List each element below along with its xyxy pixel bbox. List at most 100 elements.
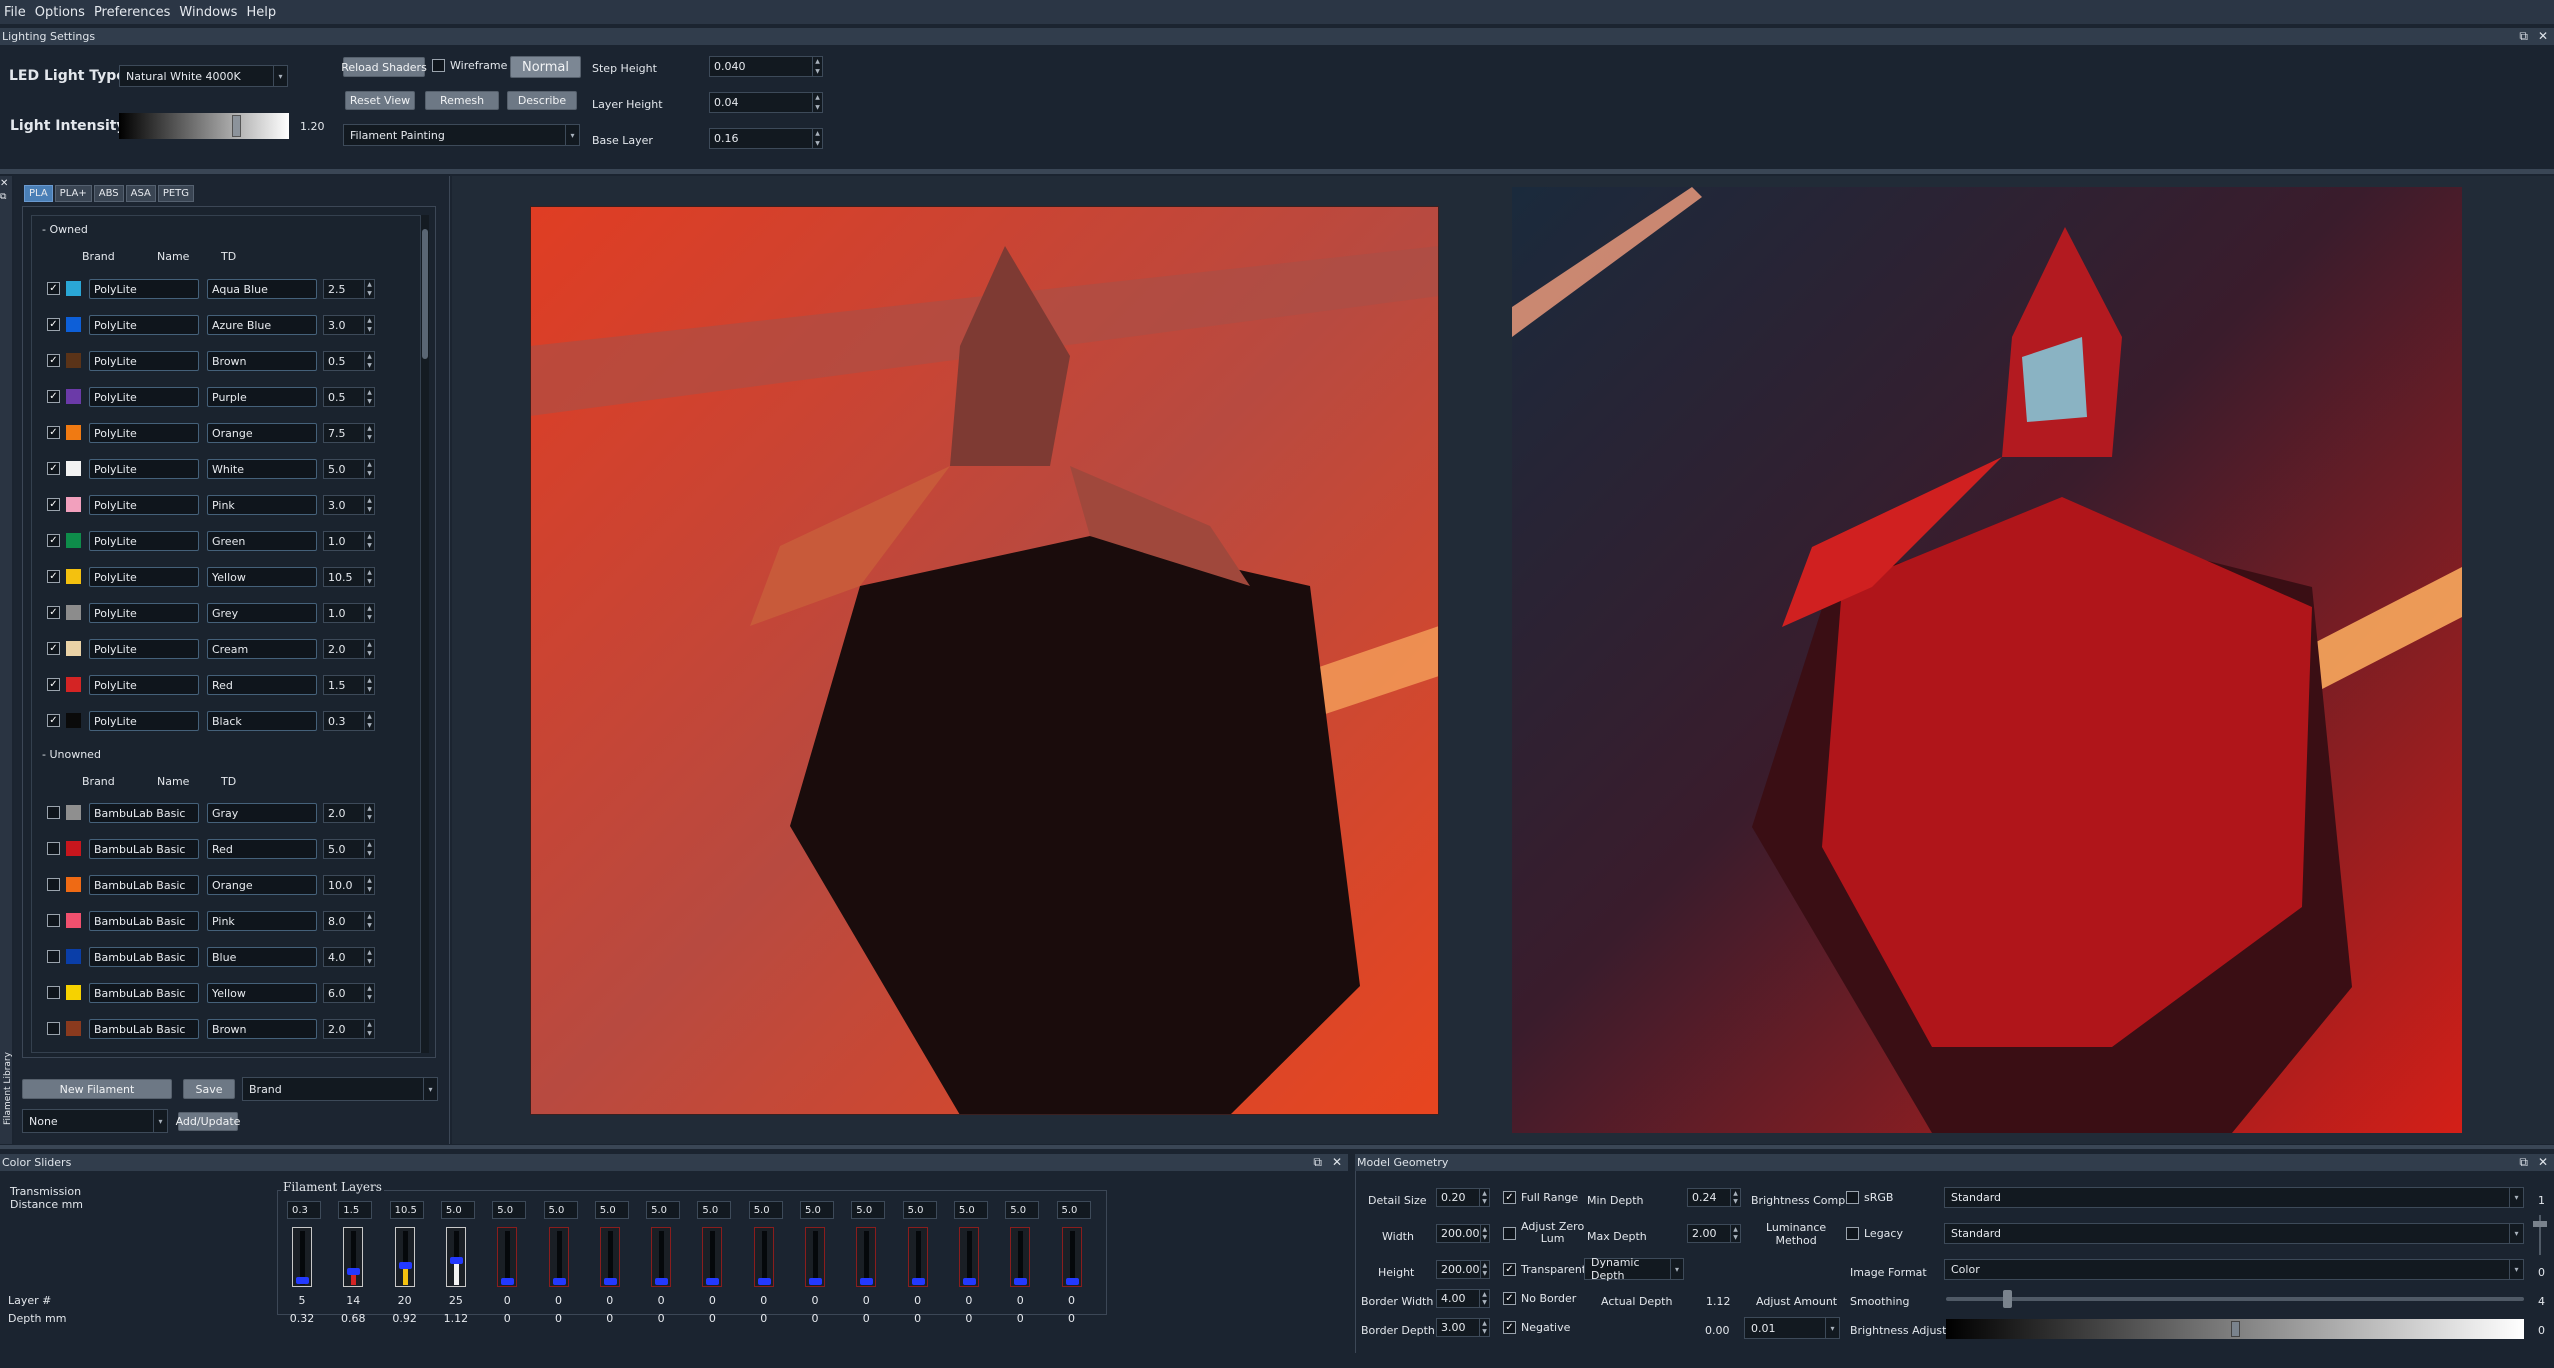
name-field[interactable]: Aqua Blue (207, 279, 317, 299)
brand-field[interactable]: PolyLite (89, 639, 199, 659)
filament-row[interactable]: ✓ PolyLite Green 1.0 ▲ ▼ (32, 530, 375, 552)
layer-slider[interactable] (548, 1227, 569, 1287)
td-input[interactable]: 0.5 ▲ ▼ (323, 351, 375, 371)
spin-arrows-icon[interactable]: ▲ ▼ (364, 1020, 374, 1038)
float-icon[interactable]: ⧉ (1313, 1155, 1322, 1170)
brand-field[interactable]: BambuLab Basic (89, 947, 199, 967)
filament-row[interactable]: ✓ PolyLite Red 1.5 ▲ ▼ (32, 674, 375, 696)
owned-checkbox[interactable] (47, 1022, 60, 1035)
owned-checkbox[interactable]: ✓ (47, 354, 60, 367)
width-input[interactable]: 200.00 ▲ ▼ (1436, 1224, 1490, 1243)
spin-arrows-icon[interactable]: ▲ ▼ (1479, 1225, 1490, 1242)
spin-arrows-icon[interactable]: ▲ ▼ (812, 57, 822, 76)
legacy-toggle[interactable]: Legacy (1846, 1227, 1903, 1240)
layer-slider[interactable] (497, 1227, 518, 1287)
brand-field[interactable]: BambuLab Basic (89, 875, 199, 895)
layer-slider[interactable] (958, 1227, 979, 1287)
srgb-checkbox[interactable] (1846, 1191, 1859, 1204)
tab-petg[interactable]: PETG (157, 185, 195, 202)
spin-arrows-icon[interactable]: ▲ ▼ (364, 676, 374, 694)
filament-color-swatch[interactable] (66, 1021, 81, 1036)
owned-checkbox[interactable]: ✓ (47, 714, 60, 727)
td-slot-input[interactable]: 5.0 (953, 1201, 988, 1219)
td-slot-input[interactable]: 1.5 (338, 1201, 373, 1219)
spin-arrows-icon[interactable]: ▲ ▼ (364, 804, 374, 822)
owned-checkbox[interactable]: ✓ (47, 678, 60, 691)
filament-row[interactable]: ✓ PolyLite Grey 1.0 ▲ ▼ (32, 602, 375, 624)
full-range-toggle[interactable]: ✓ Full Range (1503, 1191, 1578, 1204)
name-field[interactable]: Pink (207, 911, 317, 931)
filament-color-swatch[interactable] (66, 985, 81, 1000)
filament-row[interactable]: ✓ PolyLite Black 0.3 ▲ ▼ (32, 710, 375, 732)
filament-color-swatch[interactable] (66, 605, 81, 620)
td-input[interactable]: 0.5 ▲ ▼ (323, 387, 375, 407)
owned-checkbox[interactable]: ✓ (47, 318, 60, 331)
filament-color-swatch[interactable] (66, 713, 81, 728)
brightness-adjust-slider[interactable] (1946, 1319, 2524, 1339)
menu-preferences[interactable]: Preferences (94, 5, 170, 20)
spin-arrows-icon[interactable]: ▲ ▼ (364, 912, 374, 930)
slider-handle[interactable] (1065, 1278, 1079, 1285)
brand-field[interactable]: PolyLite (89, 675, 199, 695)
slider-handle[interactable] (501, 1278, 515, 1285)
border-depth-input[interactable]: 3.00 ▲ ▼ (1436, 1318, 1490, 1337)
filament-color-swatch[interactable] (66, 949, 81, 964)
menu-windows[interactable]: Windows (179, 5, 237, 20)
owned-checkbox[interactable]: ✓ (47, 462, 60, 475)
save-button[interactable]: Save (183, 1079, 235, 1099)
srgb-toggle[interactable]: sRGB (1846, 1191, 1893, 1204)
spin-arrows-icon[interactable]: ▲ ▼ (364, 840, 374, 858)
name-field[interactable]: Orange (207, 423, 317, 443)
td-slot-input[interactable]: 5.0 (851, 1201, 886, 1219)
wireframe-checkbox[interactable] (432, 59, 445, 72)
slider-handle[interactable] (398, 1262, 412, 1270)
name-field[interactable]: Brown (207, 351, 317, 371)
td-slot-input[interactable]: 5.0 (543, 1201, 578, 1219)
layer-slider[interactable] (292, 1227, 312, 1287)
unowned-header[interactable]: - Unowned (42, 748, 101, 761)
spin-arrows-icon[interactable]: ▲ ▼ (1479, 1261, 1490, 1278)
name-field[interactable]: Grey (207, 603, 317, 623)
filament-row[interactable]: ✓ PolyLite Yellow 10.5 ▲ ▼ (32, 566, 375, 588)
filament-row[interactable]: ✓ PolyLite Aqua Blue 2.5 ▲ ▼ (32, 278, 375, 300)
remesh-button[interactable]: Remesh (425, 91, 499, 110)
spin-arrows-icon[interactable]: ▲ ▼ (812, 129, 822, 148)
filament-row[interactable]: BambuLab Basic Brown 2.0 ▲ ▼ (32, 1018, 375, 1040)
filament-color-swatch[interactable] (66, 353, 81, 368)
adjust-amount-select[interactable]: 0.01 ▾ (1744, 1317, 1840, 1339)
spin-arrows-icon[interactable]: ▲ ▼ (364, 712, 374, 730)
tab-pla[interactable]: PLA (24, 185, 53, 202)
brand-field[interactable]: PolyLite (89, 279, 199, 299)
td-input[interactable]: 3.0 ▲ ▼ (323, 315, 375, 335)
slider-handle[interactable] (706, 1278, 720, 1285)
brand-field[interactable]: PolyLite (89, 603, 199, 623)
brand-field[interactable]: BambuLab Basic (89, 983, 199, 1003)
spin-arrows-icon[interactable]: ▲ ▼ (812, 93, 822, 112)
brand-field[interactable]: PolyLite (89, 351, 199, 371)
layer-slider[interactable] (805, 1227, 825, 1287)
brand-field[interactable]: PolyLite (89, 459, 199, 479)
filament-color-swatch[interactable] (66, 841, 81, 856)
name-field[interactable]: Purple (207, 387, 317, 407)
name-field[interactable]: Azure Blue (207, 315, 317, 335)
layer-slider[interactable] (753, 1227, 774, 1287)
add-update-button[interactable]: Add/Update (176, 1112, 240, 1131)
spin-arrows-icon[interactable]: ▲ ▼ (1479, 1319, 1489, 1336)
close-icon[interactable]: ✕ (0, 178, 8, 189)
filament-color-swatch[interactable] (66, 877, 81, 892)
spin-arrows-icon[interactable]: ▲ ▼ (1730, 1225, 1740, 1242)
legacy-checkbox[interactable] (1846, 1227, 1859, 1240)
close-icon[interactable]: ✕ (1332, 1155, 1342, 1170)
brightness-comp-select[interactable]: Standard ▾ (1944, 1187, 2524, 1208)
brand-field[interactable]: BambuLab Basic (89, 839, 199, 859)
model-geometry-titlebar[interactable]: Model Geometry ⧉ ✕ (1355, 1154, 2554, 1171)
slider-handle[interactable] (552, 1278, 566, 1285)
owned-checkbox[interactable] (47, 950, 60, 963)
slider-handle[interactable] (911, 1278, 925, 1285)
tab-asa[interactable]: ASA (125, 185, 156, 202)
min-depth-input[interactable]: 0.24 ▲ ▼ (1687, 1188, 1741, 1207)
float-icon[interactable]: ⧉ (2519, 29, 2528, 44)
reload-shaders-button[interactable]: Reload Shaders (341, 57, 427, 77)
owned-checkbox[interactable] (47, 842, 60, 855)
detail-size-input[interactable]: 0.20 ▲ ▼ (1436, 1188, 1490, 1207)
